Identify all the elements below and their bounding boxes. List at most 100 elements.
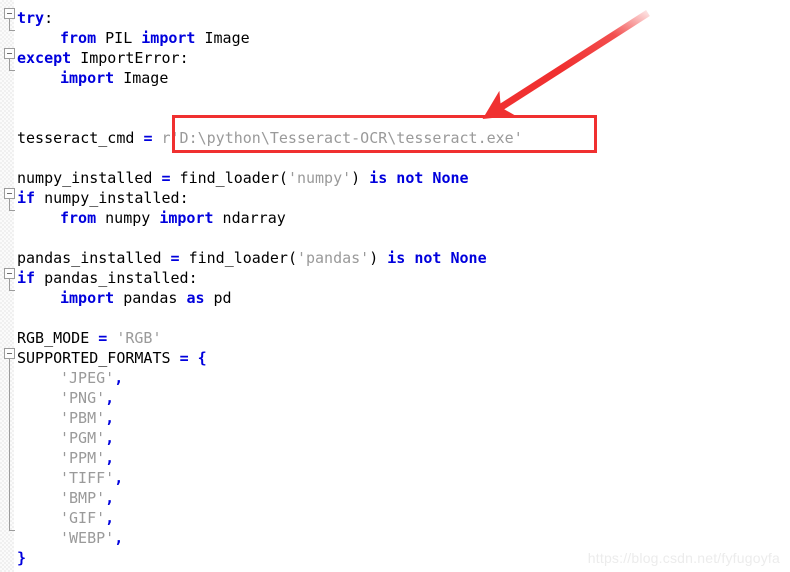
fold-toggle-icon[interactable] (4, 268, 15, 279)
code-token-kw: import (141, 29, 196, 47)
code-token-op: = (161, 169, 171, 187)
code-token-id: numpy_installed (35, 189, 180, 207)
code-token-pun: ( (287, 249, 297, 267)
code-line[interactable]: 'BMP', (60, 488, 114, 508)
code-line[interactable]: except ImportError: (17, 48, 189, 68)
code-line[interactable]: 'PPM', (60, 448, 114, 468)
csdn-watermark: https://blog.csdn.net/fyfugoyfa (587, 550, 780, 566)
code-token-op: , (105, 509, 115, 527)
code-token-kw: except (17, 49, 72, 67)
code-token-str: 'TIFF' (60, 469, 115, 487)
code-token-pun: : (44, 9, 54, 27)
code-token-kw: is not None (387, 249, 487, 267)
code-token-str: 'JPEG' (60, 369, 115, 387)
code-token-id: numpy_installed (17, 169, 162, 187)
code-line[interactable]: 'PGM', (60, 428, 114, 448)
code-token-op: , (114, 369, 124, 387)
code-token-id: pandas (114, 289, 187, 307)
code-token-pun: ) (369, 249, 388, 267)
code-token-op: , (105, 489, 115, 507)
code-line[interactable] (17, 228, 26, 248)
code-token-str: 'PBM' (60, 409, 106, 427)
code-line[interactable]: 'JPEG', (60, 368, 123, 388)
fold-end-tick (9, 530, 15, 531)
code-line[interactable]: from numpy import ndarray (60, 208, 286, 228)
code-token-op: = (98, 329, 108, 347)
code-token-id: pandas_installed (17, 249, 171, 267)
fold-toggle-icon[interactable] (4, 48, 15, 59)
code-line[interactable]: import Image (60, 68, 168, 88)
code-token-kw: import (60, 69, 115, 87)
code-token-str: 'PPM' (60, 449, 106, 467)
code-line[interactable]: 'PNG', (60, 388, 114, 408)
code-line[interactable] (17, 88, 26, 108)
code-token-kw: try (17, 9, 45, 27)
fold-end-tick (9, 290, 15, 291)
code-token-pun: : (179, 189, 189, 207)
code-token-str: 'pandas' (296, 249, 370, 267)
code-token-kw: from (60, 209, 97, 227)
fold-end-tick (9, 210, 15, 211)
code-token-op: , (105, 449, 115, 467)
fold-guide-line (9, 59, 10, 70)
code-line[interactable]: if numpy_installed: (17, 188, 189, 208)
fold-toggle-icon[interactable] (4, 348, 15, 359)
code-token-brace: } (17, 549, 27, 567)
code-line[interactable]: try: (17, 8, 53, 28)
code-line[interactable]: RGB_MODE = 'RGB' (17, 328, 162, 348)
code-token-kw: import (159, 209, 214, 227)
code-line[interactable]: 'PBM', (60, 408, 114, 428)
code-token-str: 'RGB' (107, 329, 162, 347)
code-line[interactable]: 'WEBP', (60, 528, 123, 548)
fold-toggle-icon[interactable] (4, 188, 15, 199)
code-token-str: 'numpy' (287, 169, 352, 187)
code-line[interactable]: numpy_installed = find_loader('numpy') i… (17, 168, 469, 188)
code-line[interactable]: 'GIF', (60, 508, 114, 528)
fold-guide-line (9, 359, 10, 530)
code-token-kw: is not None (369, 169, 469, 187)
code-token-id: pd (204, 289, 232, 307)
code-line[interactable] (17, 148, 26, 168)
code-token-str: 'WEBP' (60, 529, 115, 547)
code-token-id: RGB_MODE (17, 329, 99, 347)
code-token-kw: if (17, 269, 36, 287)
code-line[interactable]: import pandas as pd (60, 288, 232, 308)
code-token-kw: from (60, 29, 97, 47)
code-line[interactable]: 'TIFF', (60, 468, 123, 488)
code-line[interactable] (17, 308, 26, 328)
code-line[interactable]: from PIL import Image (60, 28, 250, 48)
code-line[interactable]: if pandas_installed: (17, 268, 198, 288)
code-token-id: PIL (96, 29, 142, 47)
code-line[interactable] (17, 108, 26, 128)
code-token-op: , (105, 389, 115, 407)
code-token-id: find_loader (179, 249, 288, 267)
fold-guide-line (9, 279, 10, 290)
red-highlight-box (172, 115, 597, 153)
code-token-op: , (105, 429, 115, 447)
code-token-kw: if (17, 189, 36, 207)
code-token-id: pandas_installed (35, 269, 189, 287)
code-token-pun: ) (351, 169, 370, 187)
fold-toggle-icon[interactable] (4, 8, 15, 19)
code-line[interactable]: pandas_installed = find_loader('pandas')… (17, 248, 487, 268)
code-token-id: find_loader (170, 169, 279, 187)
code-token-str: 'GIF' (60, 509, 106, 527)
fold-end-tick (9, 30, 15, 31)
code-token-str: 'PGM' (60, 429, 106, 447)
code-token-str: 'PNG' (60, 389, 106, 407)
code-token-id: numpy (96, 209, 160, 227)
code-token-str: 'BMP' (60, 489, 106, 507)
code-token-id: tesseract_cmd (17, 129, 144, 147)
fold-guide-line (9, 19, 10, 30)
code-token-kw: import (60, 289, 115, 307)
code-token-op: = (170, 249, 180, 267)
code-line[interactable]: SUPPORTED_FORMATS = { (17, 348, 207, 368)
code-line[interactable]: } (17, 548, 26, 568)
code-text-area[interactable]: try: from PIL import Image except ImportEr… (0, 0, 790, 572)
code-token-op: = (179, 349, 189, 367)
code-token-pun: : (179, 49, 189, 67)
code-token-op: , (114, 529, 124, 547)
code-token-pun: : (188, 269, 198, 287)
fold-end-tick (9, 70, 15, 71)
code-token-id: SUPPORTED_FORMATS (17, 349, 180, 367)
